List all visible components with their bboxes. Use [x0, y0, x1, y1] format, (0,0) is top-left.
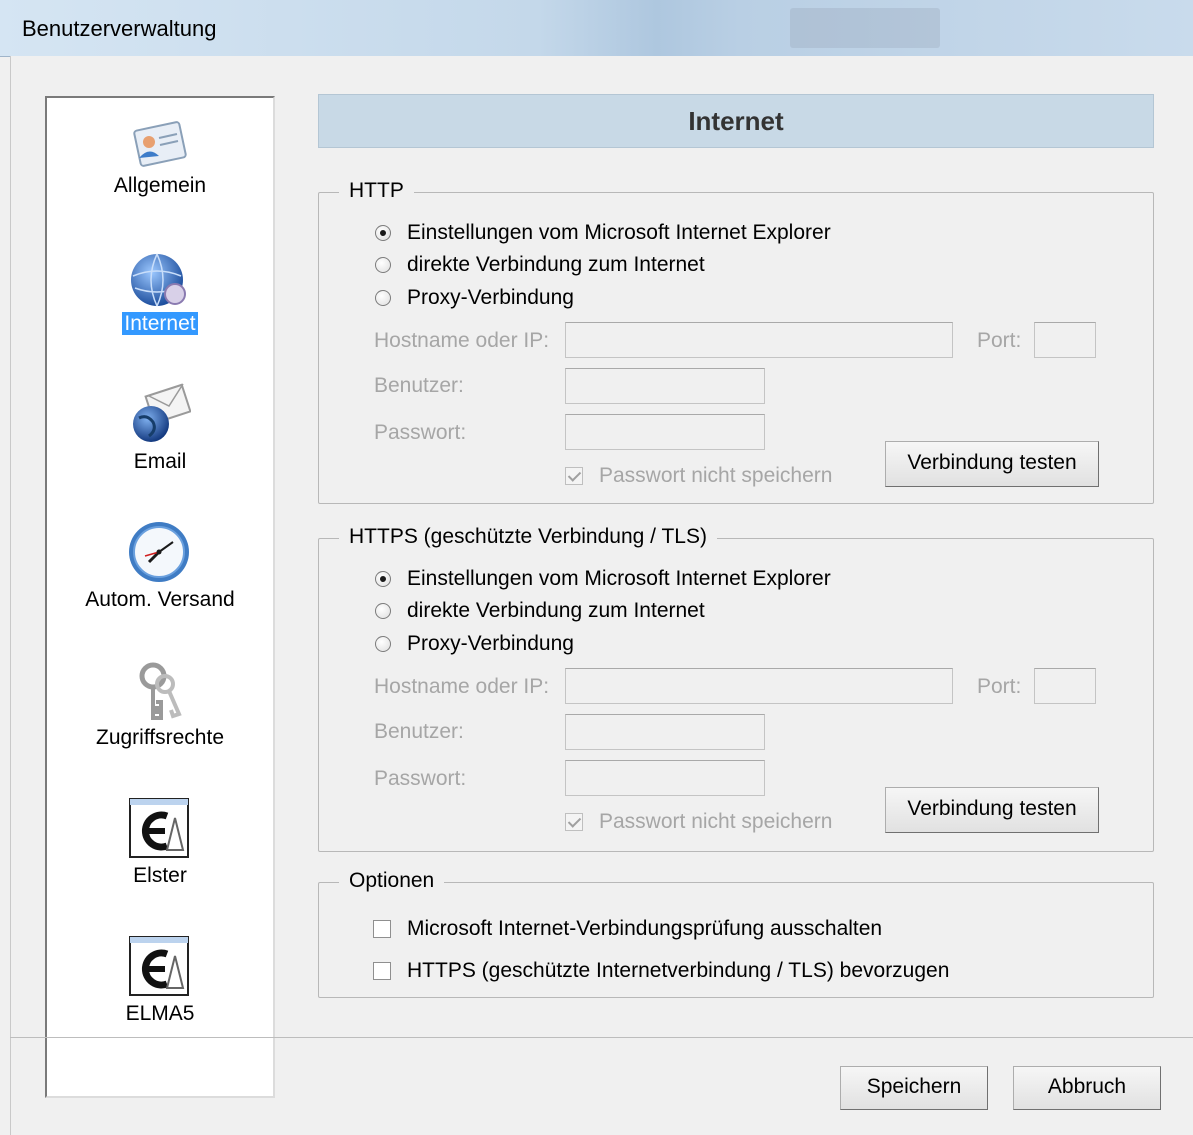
checkbox-label: Microsoft Internet-Verbindungsprüfung au… — [407, 917, 883, 940]
http-host-label: Hostname oder IP: — [374, 329, 550, 352]
http-dont-save-option[interactable]: Passwort nicht speichern — [565, 464, 832, 488]
user-card-icon — [133, 121, 187, 167]
email-globe-icon — [133, 383, 191, 442]
nav-item-zugriffsrechte[interactable]: Zugriffsrechte — [47, 658, 273, 788]
https-dont-save-option[interactable]: Passwort nicht speichern — [565, 810, 832, 834]
save-button[interactable]: Speichern — [840, 1066, 988, 1110]
radio-label: Proxy-Verbindung — [407, 632, 574, 655]
http-password-label: Passwort: — [374, 421, 467, 444]
nav-item-label: Internet — [122, 312, 198, 335]
nav-item-label: Autom. Versand — [85, 588, 235, 611]
radio-button[interactable] — [375, 603, 391, 619]
https-password-input[interactable] — [565, 760, 765, 796]
checkbox[interactable] — [373, 920, 391, 938]
https-password-label: Passwort: — [374, 767, 467, 790]
https-host-input[interactable] — [565, 668, 953, 704]
checkbox[interactable] — [565, 813, 583, 831]
radio-button[interactable] — [375, 571, 391, 587]
https-host-label: Hostname oder IP: — [374, 675, 550, 698]
nav-item-allgemein[interactable]: Allgemein — [47, 106, 273, 236]
checkbox-label: Passwort nicht speichern — [599, 464, 833, 487]
background-window-ghost — [790, 8, 940, 48]
nav-item-label: ELMA5 — [125, 1002, 195, 1025]
https-test-connection-button[interactable]: Verbindung testen — [885, 787, 1099, 833]
clock-icon — [129, 522, 189, 582]
footer-separator — [10, 1037, 1193, 1038]
checkbox[interactable] — [373, 962, 391, 980]
http-test-connection-button[interactable]: Verbindung testen — [885, 441, 1099, 487]
radio-label: Proxy-Verbindung — [407, 286, 574, 309]
nav-item-elster[interactable]: Elster — [47, 796, 273, 926]
nav-item-label: Email — [133, 450, 187, 473]
https-user-input[interactable] — [565, 714, 765, 750]
https-radio-ie[interactable]: Einstellungen vom Microsoft Internet Exp… — [375, 567, 831, 591]
https-group: HTTPS (geschützte Verbindung / TLS) Eins… — [318, 525, 1154, 852]
nav-item-internet[interactable]: Internet — [47, 244, 273, 374]
http-radio-proxy[interactable]: Proxy-Verbindung — [375, 286, 574, 310]
radio-button[interactable] — [375, 257, 391, 273]
keys-icon — [139, 662, 182, 720]
http-radio-ie[interactable]: Einstellungen vom Microsoft Internet Exp… — [375, 221, 831, 245]
category-nav: Allgemein Internet Email Autom. Versand … — [45, 96, 275, 1098]
nav-item-label: Allgemein — [113, 174, 207, 197]
nav-item-autom-versand[interactable]: Autom. Versand — [47, 520, 273, 650]
option-disable-ms-check[interactable]: Microsoft Internet-Verbindungsprüfung au… — [373, 917, 882, 941]
elma5-icon — [129, 936, 189, 996]
window-title: Benutzerverwaltung — [22, 16, 217, 41]
http-group: HTTP Einstellungen vom Microsoft Interne… — [318, 179, 1154, 504]
title-bar: Benutzerverwaltung — [0, 0, 1193, 57]
elster-icon — [129, 798, 189, 858]
https-radio-proxy[interactable]: Proxy-Verbindung — [375, 632, 574, 656]
https-user-label: Benutzer: — [374, 720, 464, 743]
globe-icon — [131, 253, 186, 307]
page-title: Internet — [318, 94, 1154, 148]
https-port-label: Port: — [977, 675, 1022, 698]
http-port-label: Port: — [977, 329, 1022, 352]
http-group-title: HTTP — [339, 179, 414, 203]
nav-item-label: Elster — [133, 864, 187, 887]
radio-button[interactable] — [375, 290, 391, 306]
radio-label: direkte Verbindung zum Internet — [407, 599, 705, 622]
radio-label: Einstellungen vom Microsoft Internet Exp… — [407, 221, 831, 244]
http-host-input[interactable] — [565, 322, 953, 358]
checkbox[interactable] — [565, 467, 583, 485]
http-user-input[interactable] — [565, 368, 765, 404]
https-group-title: HTTPS (geschützte Verbindung / TLS) — [339, 525, 717, 549]
radio-button[interactable] — [375, 636, 391, 652]
radio-label: Einstellungen vom Microsoft Internet Exp… — [407, 567, 831, 590]
options-group: Optionen Microsoft Internet-Verbindungsp… — [318, 869, 1154, 998]
checkbox-label: Passwort nicht speichern — [599, 810, 833, 833]
radio-button[interactable] — [375, 225, 391, 241]
nav-item-label: Zugriffsrechte — [96, 726, 224, 749]
radio-label: direkte Verbindung zum Internet — [407, 253, 705, 276]
nav-item-email[interactable]: Email — [47, 382, 273, 512]
nav-item-elma5[interactable]: ELMA5 — [47, 934, 273, 1064]
option-prefer-https[interactable]: HTTPS (geschützte Internetverbindung / T… — [373, 959, 949, 983]
https-port-input[interactable] — [1034, 668, 1096, 704]
http-user-label: Benutzer: — [374, 374, 464, 397]
cancel-button[interactable]: Abbruch — [1013, 1066, 1161, 1110]
http-password-input[interactable] — [565, 414, 765, 450]
http-port-input[interactable] — [1034, 322, 1096, 358]
http-radio-direct[interactable]: direkte Verbindung zum Internet — [375, 253, 705, 277]
checkbox-label: HTTPS (geschützte Internetverbindung / T… — [407, 959, 950, 982]
options-group-title: Optionen — [339, 869, 445, 893]
https-radio-direct[interactable]: direkte Verbindung zum Internet — [375, 599, 705, 623]
